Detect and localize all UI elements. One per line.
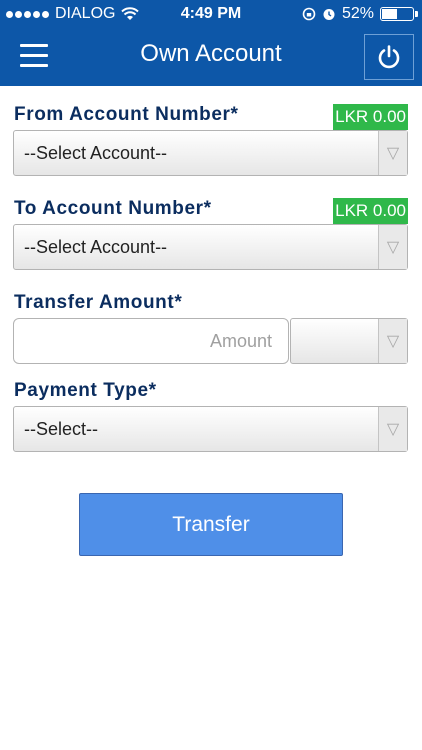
status-right: 52% <box>302 5 418 23</box>
battery-level-fill <box>382 9 398 19</box>
to-account-label: To Account Number* <box>14 198 212 219</box>
from-account-balance-badge: LKR 0.00 <box>333 104 408 130</box>
amount-input[interactable] <box>13 318 289 364</box>
payment-type-label: Payment Type* <box>14 380 157 401</box>
app-header: DIALOG 4:49 PM 52% Own Account <box>0 0 422 86</box>
alarm-icon <box>323 9 335 20</box>
battery-icon <box>380 7 418 21</box>
page-title: Own Account <box>140 40 282 67</box>
chevron-down-icon: ▽ <box>378 225 407 269</box>
to-account-select[interactable]: --Select Account-- ▽ <box>13 224 408 270</box>
battery-percent: 52% <box>341 5 374 22</box>
from-account-selected-value: --Select Account-- <box>24 143 168 163</box>
from-account-select[interactable]: --Select Account-- ▽ <box>13 130 408 176</box>
power-button[interactable] <box>364 34 414 80</box>
transfer-amount-label: Transfer Amount* <box>14 292 183 313</box>
rotation-lock-icon <box>302 7 316 21</box>
chevron-down-icon: ▽ <box>378 407 407 451</box>
payment-type-select[interactable]: --Select-- ▽ <box>13 406 408 452</box>
chevron-down-icon: ▽ <box>378 319 407 363</box>
currency-select[interactable]: ▽ <box>290 318 408 364</box>
chevron-down-icon: ▽ <box>378 131 407 175</box>
nav-bar: Own Account <box>0 30 422 86</box>
from-account-label: From Account Number* <box>14 104 239 125</box>
to-account-balance-badge: LKR 0.00 <box>333 198 408 224</box>
payment-type-selected-value: --Select-- <box>24 419 99 439</box>
transfer-button[interactable]: Transfer <box>79 493 343 556</box>
status-bar: DIALOG 4:49 PM 52% <box>0 0 422 30</box>
power-icon <box>378 45 400 69</box>
to-account-selected-value: --Select Account-- <box>24 237 168 257</box>
